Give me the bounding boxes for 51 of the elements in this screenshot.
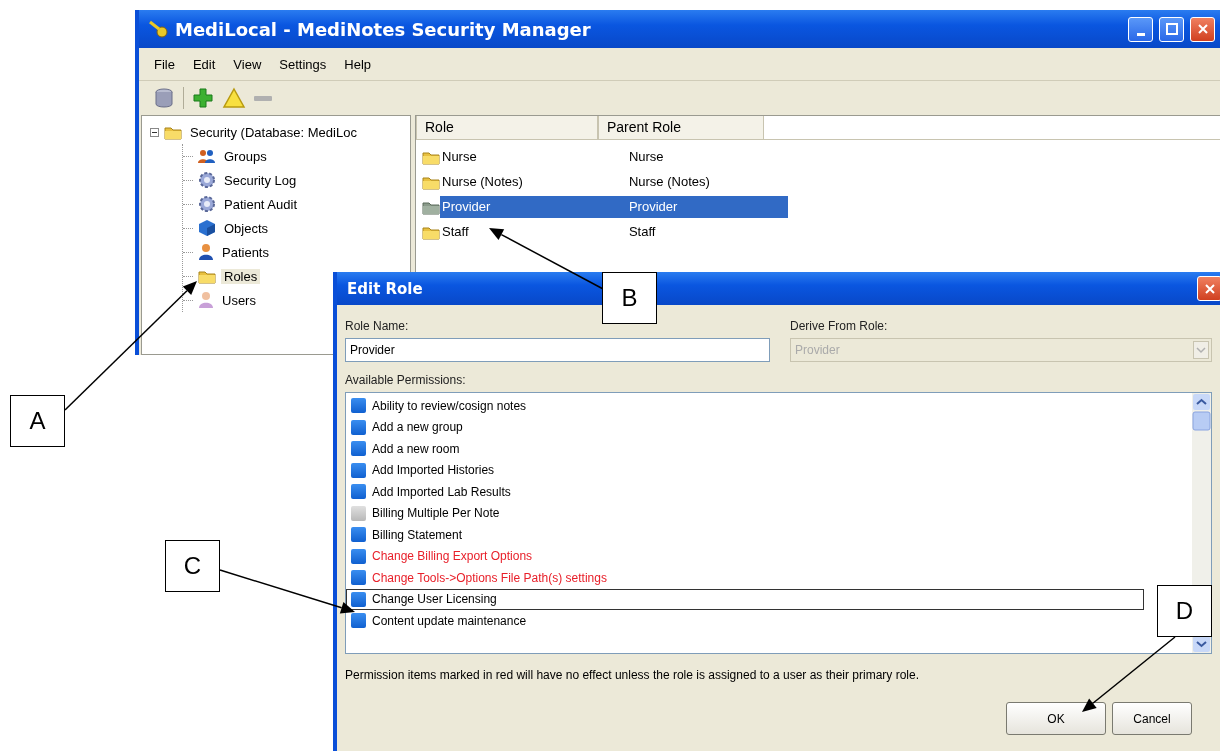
parent-role: Provider [627, 199, 679, 214]
permission-item[interactable]: Content update maintenance [346, 610, 1144, 632]
role-name: Nurse (Notes) [441, 174, 524, 189]
tree-item[interactable]: Groups [221, 148, 270, 164]
tree-item[interactable]: Roles [221, 268, 261, 284]
callout-label: C [165, 540, 220, 592]
permission-item[interactable]: Add a new room [346, 438, 1144, 460]
role-name: Staff [441, 224, 470, 239]
cancel-button[interactable]: Cancel [1112, 702, 1192, 735]
permission-item[interactable]: Billing Statement [346, 524, 1144, 546]
list-row[interactable]: Provider Provider [440, 195, 788, 218]
menu-item[interactable]: View [224, 56, 271, 72]
menu-item[interactable]: Help [335, 56, 381, 72]
ok-button[interactable]: OK [1006, 702, 1106, 735]
permission-item[interactable]: Billing Multiple Per Note [346, 502, 1144, 524]
tree-item[interactable]: Security (Database: MediLoc [187, 124, 360, 140]
column-header[interactable]: Role [416, 116, 598, 140]
callout-label: B [602, 272, 657, 324]
callout-label: A [10, 395, 65, 447]
permission-item[interactable]: Change User Licensing [346, 588, 1144, 610]
parent-role: Staff [627, 224, 657, 239]
field-label: Available Permissions: [345, 373, 467, 389]
dialog-title: Edit Role [347, 279, 423, 298]
role-name-field[interactable]: Provider [345, 338, 770, 362]
list-row[interactable]: Staff Staff [440, 220, 788, 243]
callout-label: D [1157, 585, 1212, 637]
field-label: Derive From Role: [790, 319, 889, 335]
window-title: MediLocal - MediNotes Security Manager [175, 18, 592, 40]
list-row[interactable]: Nurse (Notes) Nurse (Notes) [440, 170, 788, 193]
permission-item[interactable]: Add Imported Histories [346, 459, 1144, 481]
parent-role: Nurse [627, 149, 665, 164]
menu-item[interactable]: File [145, 56, 184, 72]
tree-item[interactable]: Objects [221, 220, 272, 236]
menu-item[interactable]: Edit [183, 56, 225, 72]
list-row[interactable]: Nurse Nurse [440, 145, 788, 168]
permission-item[interactable]: Ability to review/cosign notes [346, 395, 1144, 417]
permission-item[interactable]: Add Imported Lab Results [346, 481, 1144, 503]
menu-item[interactable]: Settings [270, 56, 336, 72]
tree-item[interactable]: Users [219, 292, 259, 308]
role-name: Nurse [441, 149, 478, 164]
parent-role: Nurse (Notes) [627, 174, 711, 189]
field-label: Role Name: [345, 319, 410, 335]
tree-item[interactable]: Security Log [221, 172, 300, 188]
role-name: Provider [441, 199, 492, 214]
info-text: Permission items marked in red will have no effect unless the role is assigned to a user as their primary role. [345, 668, 921, 682]
permission-item[interactable]: Change Billing Export Options [346, 545, 1144, 567]
permission-item[interactable]: Add a new group [346, 416, 1144, 438]
tree-item[interactable]: Patient Audit [221, 196, 300, 212]
tree-item[interactable]: Patients [219, 244, 272, 260]
permission-item[interactable]: Change Tools->Options File Path(s) settings [346, 567, 1144, 589]
column-header[interactable]: Parent Role [598, 116, 764, 140]
